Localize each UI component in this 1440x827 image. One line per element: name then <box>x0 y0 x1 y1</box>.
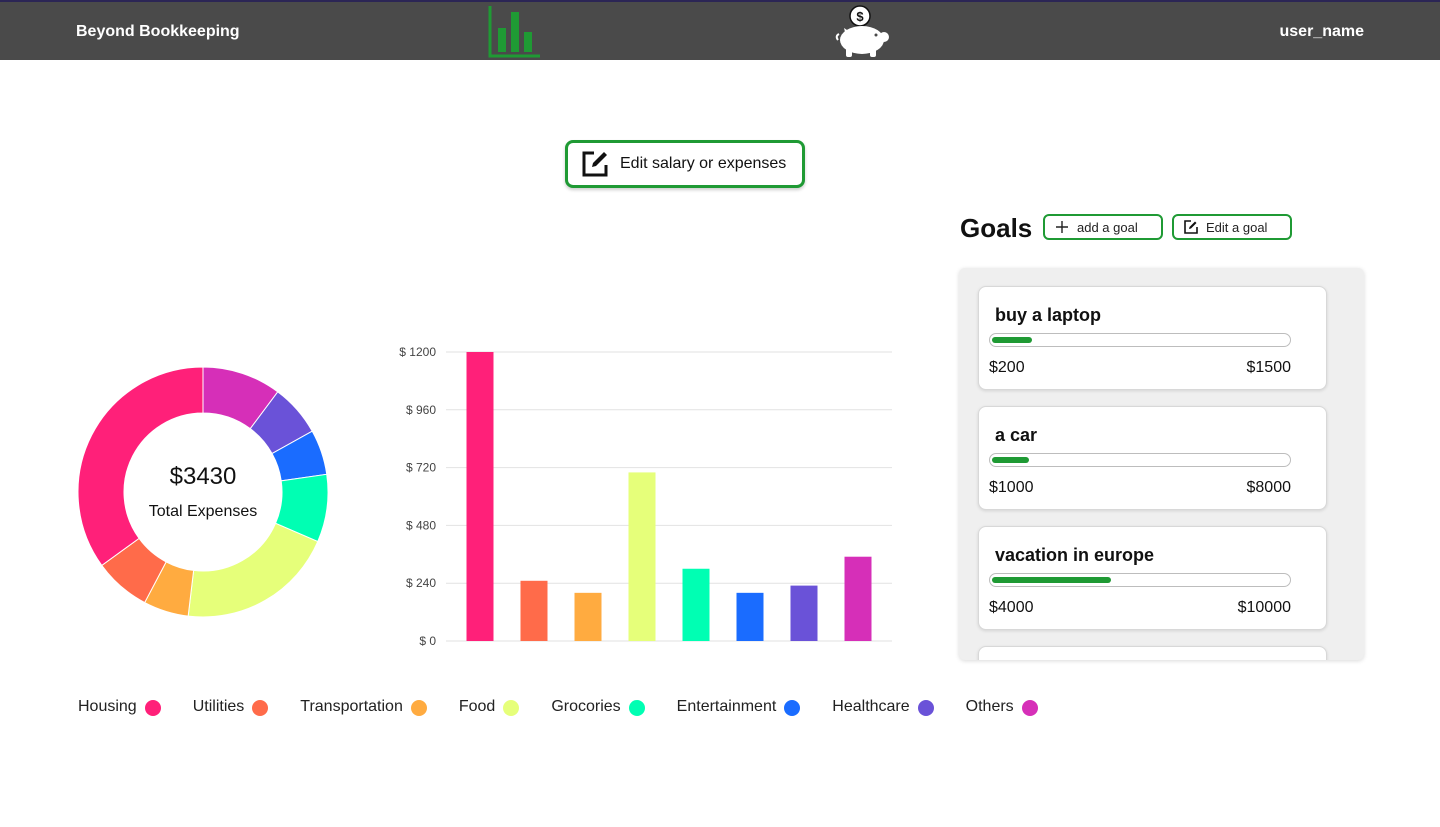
goal-name: a car <box>995 425 1038 445</box>
bar-housing[interactable] <box>466 352 494 641</box>
legend-item-entertainment[interactable]: Entertainment <box>677 698 801 716</box>
legend-label: Others <box>965 698 1014 715</box>
legend-label: Grocories <box>551 698 621 715</box>
goal-card[interactable]: vacation in europe $4000 $10000 <box>978 526 1327 630</box>
goal-progress-bar <box>989 573 1291 587</box>
legend-color-dot <box>503 700 520 716</box>
legend-color-dot <box>410 700 427 716</box>
legend-color-dot <box>1021 700 1038 716</box>
goal-target-amount: $8000 <box>1246 479 1292 496</box>
legend-item-others[interactable]: Others <box>966 698 1038 716</box>
bar-grocories[interactable] <box>682 568 710 641</box>
plus-icon <box>1056 221 1068 233</box>
bar-others[interactable] <box>844 556 872 641</box>
goal-target-amount: $1500 <box>1246 359 1292 376</box>
legend-item-utilities[interactable]: Utilities <box>193 698 269 716</box>
legend-color-dot <box>917 700 934 716</box>
brand-title[interactable]: Beyond Bookkeeping <box>76 23 240 41</box>
goal-progress-bar <box>989 333 1291 347</box>
y-tick-label: $ 0 <box>419 634 436 648</box>
goal-name: buy a laptop <box>995 305 1102 325</box>
legend-label: Housing <box>78 698 137 715</box>
goal-card-partial[interactable] <box>978 646 1327 660</box>
top-navbar: Beyond Bookkeeping $ user_name <box>0 0 1440 60</box>
legend-color-dot <box>628 700 645 716</box>
bar-food[interactable] <box>628 472 656 641</box>
expenses-bar-chart: $ 0 $ 240 $ 480 $ 720 $ 960 $ 1200 <box>399 345 892 648</box>
legend-item-transportation[interactable]: Transportation <box>300 698 427 716</box>
legend-color-dot <box>252 700 269 716</box>
legend-label: Transportation <box>300 698 403 715</box>
bar-healthcare[interactable] <box>790 585 818 641</box>
goal-card[interactable]: a car $1000 $8000 <box>978 406 1327 510</box>
edit-icon <box>582 151 608 177</box>
add-goal-label: add a goal <box>1077 219 1138 235</box>
bar-utilities[interactable] <box>520 580 548 641</box>
piggy-bank-icon[interactable]: $ <box>834 4 892 58</box>
legend-item-housing[interactable]: Housing <box>78 698 161 716</box>
goal-progress-fill <box>992 457 1029 463</box>
user-name[interactable]: user_name <box>1280 23 1365 41</box>
legend-item-healthcare[interactable]: Healthcare <box>832 698 934 716</box>
goal-progress-fill <box>992 337 1032 343</box>
goals-list[interactable]: buy a laptop $200 $1500 a car $1000 $800… <box>959 268 1364 660</box>
legend-label: Entertainment <box>676 698 777 715</box>
legend-color-dot <box>144 700 161 716</box>
y-tick-label: $ 1200 <box>399 345 436 359</box>
y-tick-label: $ 720 <box>406 461 436 475</box>
add-goal-button[interactable]: add a goal <box>1043 214 1163 240</box>
chart-legend: Housing Utilities Transportation Food Grocor… <box>78 698 1070 716</box>
expenses-donut-chart <box>78 367 328 617</box>
edit-icon <box>1184 220 1198 234</box>
edit-salary-label: Edit salary or expenses <box>620 155 787 172</box>
goal-target-amount: $10000 <box>1237 599 1291 616</box>
legend-label: Healthcare <box>832 698 910 715</box>
bar-transportation[interactable] <box>574 592 602 641</box>
svg-text:$: $ <box>856 9 864 24</box>
edit-goal-label: Edit a goal <box>1206 219 1268 235</box>
legend-label: Utilities <box>192 698 245 715</box>
edit-salary-button[interactable]: Edit salary or expenses <box>565 140 805 188</box>
goal-progress-fill <box>992 577 1111 583</box>
legend-label: Food <box>458 698 496 715</box>
donut-slice-food[interactable] <box>187 522 319 617</box>
goal-progress-bar <box>989 453 1291 467</box>
edit-goal-button[interactable]: Edit a goal <box>1172 214 1292 240</box>
legend-item-grocories[interactable]: Grocories <box>551 698 645 716</box>
bar-chart-icon[interactable] <box>488 4 542 58</box>
legend-item-food[interactable]: Food <box>458 698 520 716</box>
y-tick-label: $ 960 <box>406 403 436 417</box>
goal-card[interactable]: buy a laptop $200 $1500 <box>978 286 1327 390</box>
legend-color-dot <box>784 700 801 716</box>
donut-slice-housing[interactable] <box>78 367 204 567</box>
y-tick-label: $ 240 <box>406 576 436 590</box>
bar-entertainment[interactable] <box>736 592 764 641</box>
goals-title: Goals <box>960 213 1033 243</box>
goal-name: vacation in europe <box>995 545 1155 565</box>
y-tick-label: $ 480 <box>406 518 436 532</box>
